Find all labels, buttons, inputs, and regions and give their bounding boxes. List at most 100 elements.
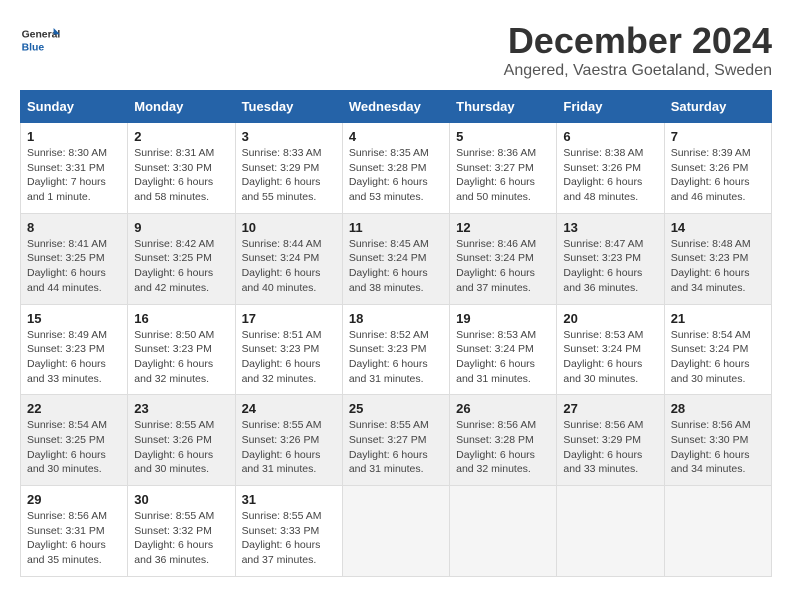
calendar-cell: 8 Sunrise: 8:41 AMSunset: 3:25 PMDaylight…: [21, 213, 128, 304]
day-info: Sunrise: 8:55 AMSunset: 3:26 PMDaylight:…: [134, 418, 228, 477]
day-info: Sunrise: 8:41 AMSunset: 3:25 PMDaylight:…: [27, 237, 121, 296]
day-info: Sunrise: 8:56 AMSunset: 3:30 PMDaylight:…: [671, 418, 765, 477]
day-info: Sunrise: 8:46 AMSunset: 3:24 PMDaylight:…: [456, 237, 550, 296]
day-number: 3: [242, 129, 336, 144]
calendar-week-row: 1 Sunrise: 8:30 AMSunset: 3:31 PMDaylight…: [21, 123, 772, 214]
day-number: 1: [27, 129, 121, 144]
calendar-cell: 11 Sunrise: 8:45 AMSunset: 3:24 PMDayligh…: [342, 213, 449, 304]
weekday-header-tuesday: Tuesday: [235, 91, 342, 123]
calendar-cell: 6 Sunrise: 8:38 AMSunset: 3:26 PMDaylight…: [557, 123, 664, 214]
header: General Blue December 2024 Angered, Vaes…: [20, 20, 772, 80]
day-number: 24: [242, 401, 336, 416]
day-info: Sunrise: 8:56 AMSunset: 3:28 PMDaylight:…: [456, 418, 550, 477]
calendar-cell: 2Sunrise: 8:31 AMSunset: 3:30 PMDaylight…: [128, 123, 235, 214]
calendar-cell: 29 Sunrise: 8:56 AMSunset: 3:31 PMDayligh…: [21, 486, 128, 577]
logo: General Blue: [20, 20, 64, 60]
calendar-cell: 20 Sunrise: 8:53 AMSunset: 3:24 PMDayligh…: [557, 304, 664, 395]
calendar-cell: 9 Sunrise: 8:42 AMSunset: 3:25 PMDaylight…: [128, 213, 235, 304]
calendar-cell: 23 Sunrise: 8:55 AMSunset: 3:26 PMDayligh…: [128, 395, 235, 486]
weekday-header-thursday: Thursday: [450, 91, 557, 123]
day-info: Sunrise: 8:56 AMSunset: 3:29 PMDaylight:…: [563, 418, 657, 477]
day-number: 6: [563, 129, 657, 144]
day-number: 2: [134, 129, 228, 144]
day-info: Sunrise: 8:55 AMSunset: 3:33 PMDaylight:…: [242, 509, 336, 568]
day-number: 12: [456, 220, 550, 235]
calendar-cell: 19Sunrise: 8:53 AMSunset: 3:24 PMDayligh…: [450, 304, 557, 395]
calendar-cell: 27 Sunrise: 8:56 AMSunset: 3:29 PMDayligh…: [557, 395, 664, 486]
day-number: 17: [242, 311, 336, 326]
calendar-week-row: 22 Sunrise: 8:54 AMSunset: 3:25 PMDayligh…: [21, 395, 772, 486]
location-subtitle: Angered, Vaestra Goetaland, Sweden: [504, 62, 772, 80]
title-area: December 2024 Angered, Vaestra Goetaland…: [504, 20, 772, 80]
calendar-cell: 17 Sunrise: 8:51 AMSunset: 3:23 PMDayligh…: [235, 304, 342, 395]
calendar-cell: [450, 486, 557, 577]
day-info: Sunrise: 8:53 AMSunset: 3:24 PMDaylight:…: [456, 328, 550, 387]
day-info: Sunrise: 8:45 AMSunset: 3:24 PMDaylight:…: [349, 237, 443, 296]
day-info: Sunrise: 8:48 AMSunset: 3:23 PMDaylight:…: [671, 237, 765, 296]
calendar-cell: 22 Sunrise: 8:54 AMSunset: 3:25 PMDayligh…: [21, 395, 128, 486]
calendar-table: SundayMondayTuesdayWednesdayThursdayFrid…: [20, 90, 772, 577]
day-number: 8: [27, 220, 121, 235]
day-number: 25: [349, 401, 443, 416]
day-number: 14: [671, 220, 765, 235]
day-info: Sunrise: 8:51 AMSunset: 3:23 PMDaylight:…: [242, 328, 336, 387]
day-number: 23: [134, 401, 228, 416]
day-info: Sunrise: 8:30 AMSunset: 3:31 PMDaylight:…: [27, 146, 121, 205]
calendar-cell: 31 Sunrise: 8:55 AMSunset: 3:33 PMDayligh…: [235, 486, 342, 577]
weekday-header-sunday: Sunday: [21, 91, 128, 123]
day-info: Sunrise: 8:35 AMSunset: 3:28 PMDaylight:…: [349, 146, 443, 205]
calendar-cell: 30 Sunrise: 8:55 AMSunset: 3:32 PMDayligh…: [128, 486, 235, 577]
calendar-cell: [664, 486, 771, 577]
day-number: 29: [27, 492, 121, 507]
calendar-cell: 3Sunrise: 8:33 AMSunset: 3:29 PMDaylight…: [235, 123, 342, 214]
day-number: 30: [134, 492, 228, 507]
calendar-week-row: 29 Sunrise: 8:56 AMSunset: 3:31 PMDayligh…: [21, 486, 772, 577]
calendar-week-row: 15Sunrise: 8:49 AMSunset: 3:23 PMDayligh…: [21, 304, 772, 395]
day-info: Sunrise: 8:55 AMSunset: 3:27 PMDaylight:…: [349, 418, 443, 477]
day-info: Sunrise: 8:54 AMSunset: 3:24 PMDaylight:…: [671, 328, 765, 387]
day-info: Sunrise: 8:47 AMSunset: 3:23 PMDaylight:…: [563, 237, 657, 296]
day-number: 22: [27, 401, 121, 416]
day-number: 27: [563, 401, 657, 416]
day-number: 21: [671, 311, 765, 326]
day-info: Sunrise: 8:56 AMSunset: 3:31 PMDaylight:…: [27, 509, 121, 568]
calendar-cell: 1 Sunrise: 8:30 AMSunset: 3:31 PMDaylight…: [21, 123, 128, 214]
weekday-header-row: SundayMondayTuesdayWednesdayThursdayFrid…: [21, 91, 772, 123]
calendar-cell: 14 Sunrise: 8:48 AMSunset: 3:23 PMDayligh…: [664, 213, 771, 304]
day-number: 20: [563, 311, 657, 326]
day-info: Sunrise: 8:55 AMSunset: 3:32 PMDaylight:…: [134, 509, 228, 568]
month-title: December 2024: [504, 20, 772, 62]
day-info: Sunrise: 8:38 AMSunset: 3:26 PMDaylight:…: [563, 146, 657, 205]
day-number: 31: [242, 492, 336, 507]
day-number: 16: [134, 311, 228, 326]
logo-icon: General Blue: [20, 20, 60, 60]
calendar-cell: [342, 486, 449, 577]
calendar-cell: 26Sunrise: 8:56 AMSunset: 3:28 PMDayligh…: [450, 395, 557, 486]
calendar-cell: 4 Sunrise: 8:35 AMSunset: 3:28 PMDaylight…: [342, 123, 449, 214]
day-number: 13: [563, 220, 657, 235]
weekday-header-friday: Friday: [557, 91, 664, 123]
calendar-cell: 12 Sunrise: 8:46 AMSunset: 3:24 PMDayligh…: [450, 213, 557, 304]
day-number: 7: [671, 129, 765, 144]
calendar-cell: [557, 486, 664, 577]
calendar-cell: 15Sunrise: 8:49 AMSunset: 3:23 PMDayligh…: [21, 304, 128, 395]
calendar-cell: 5Sunrise: 8:36 AMSunset: 3:27 PMDaylight…: [450, 123, 557, 214]
day-info: Sunrise: 8:42 AMSunset: 3:25 PMDaylight:…: [134, 237, 228, 296]
svg-text:Blue: Blue: [22, 42, 45, 53]
day-info: Sunrise: 8:53 AMSunset: 3:24 PMDaylight:…: [563, 328, 657, 387]
calendar-cell: 24Sunrise: 8:55 AMSunset: 3:26 PMDayligh…: [235, 395, 342, 486]
weekday-header-saturday: Saturday: [664, 91, 771, 123]
calendar-cell: 28Sunrise: 8:56 AMSunset: 3:30 PMDayligh…: [664, 395, 771, 486]
day-number: 4: [349, 129, 443, 144]
day-info: Sunrise: 8:52 AMSunset: 3:23 PMDaylight:…: [349, 328, 443, 387]
calendar-cell: 21 Sunrise: 8:54 AMSunset: 3:24 PMDayligh…: [664, 304, 771, 395]
day-number: 10: [242, 220, 336, 235]
calendar-cell: 10Sunrise: 8:44 AMSunset: 3:24 PMDayligh…: [235, 213, 342, 304]
day-info: Sunrise: 8:39 AMSunset: 3:26 PMDaylight:…: [671, 146, 765, 205]
day-number: 11: [349, 220, 443, 235]
calendar-cell: 16Sunrise: 8:50 AMSunset: 3:23 PMDayligh…: [128, 304, 235, 395]
day-info: Sunrise: 8:54 AMSunset: 3:25 PMDaylight:…: [27, 418, 121, 477]
day-info: Sunrise: 8:49 AMSunset: 3:23 PMDaylight:…: [27, 328, 121, 387]
weekday-header-wednesday: Wednesday: [342, 91, 449, 123]
day-number: 9: [134, 220, 228, 235]
